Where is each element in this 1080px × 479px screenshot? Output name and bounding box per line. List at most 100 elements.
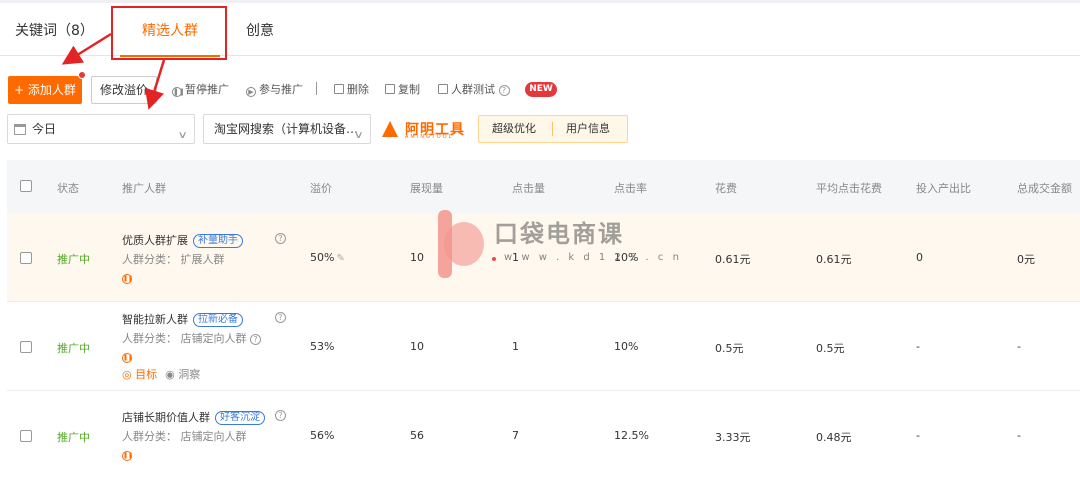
audience-name[interactable]: 店铺长期价值人群 xyxy=(122,411,210,424)
target-link[interactable]: ◎ 目标 xyxy=(122,368,157,381)
audience-category: 人群分类： 扩展人群 xyxy=(122,253,225,266)
col-roi: 投入产出比 xyxy=(916,182,971,195)
tab-selected-audience[interactable]: 精选人群 xyxy=(120,3,220,57)
audience-cell: 优质人群扩展 补量助手 人群分类： 扩展人群 ❚❚ xyxy=(122,232,243,284)
audience-category: 人群分类： 店铺定向人群 xyxy=(122,430,247,443)
col-gmv: 总成交金额 xyxy=(1017,182,1072,195)
delete-label: 删除 xyxy=(347,83,369,96)
table-row[interactable]: 推广中 智能拉新人群 拉新必备 人群分类： 店铺定向人群 ? ❚❚ ◎ 目标 ◉ 洞… xyxy=(7,302,1080,391)
audience-cell: 智能拉新人群 拉新必备 人群分类： 店铺定向人群 ? ❚❚ ◎ 目标 ◉ 洞察 xyxy=(122,311,261,382)
site-select[interactable]: 淘宝网搜索（计算机设备… ∨ xyxy=(203,114,371,144)
delete-button[interactable]: 删除 xyxy=(334,82,369,98)
col-audience: 推广人群 xyxy=(122,182,166,195)
row-checkbox[interactable] xyxy=(20,430,32,442)
trash-icon xyxy=(334,84,344,94)
gmv-value: - xyxy=(1017,429,1021,442)
user-info-button[interactable]: 用户信息 xyxy=(566,116,610,142)
select-all-checkbox[interactable] xyxy=(20,180,32,192)
edit-pencil-icon[interactable]: ✎ xyxy=(336,253,344,264)
pause-icon: ❚❚ xyxy=(172,87,185,97)
avg-cpc-value: 0.5元 xyxy=(816,342,845,355)
roi-value: - xyxy=(916,429,920,442)
col-ctr: 点击率 xyxy=(614,182,647,195)
site-select-value: 淘宝网搜索（计算机设备… xyxy=(214,122,359,136)
roi-value: - xyxy=(916,340,920,353)
brand-logo-mark xyxy=(382,121,398,137)
play-icon: ▶ xyxy=(246,87,256,97)
date-select-value: 今日 xyxy=(32,122,57,136)
super-optimize-button[interactable]: 超级优化 xyxy=(492,116,536,142)
table-header: 状态 推广人群 溢价 展现量 点击量 点击率 花费 平均点击花费 投入产出比 总… xyxy=(7,160,1080,214)
status-pause-icon[interactable]: ❚❚ xyxy=(122,353,133,363)
target-link-label: 目标 xyxy=(135,368,158,381)
col-impressions: 展现量 xyxy=(410,182,443,195)
table-row[interactable]: 推广中 优质人群扩展 补量助手 人群分类： 扩展人群 ❚❚ ? 50% ✎ 10 1… xyxy=(7,214,1080,302)
avg-cpc-value: 0.48元 xyxy=(816,431,852,444)
col-avg-cpc: 平均点击花费 xyxy=(816,182,882,195)
insight-link[interactable]: ◉ 洞察 xyxy=(165,368,200,381)
modify-premium-button[interactable]: 修改溢价 xyxy=(91,76,157,104)
brand-logo-subtext: AMINGTOOL xyxy=(405,134,454,140)
toolbar-divider xyxy=(316,82,317,95)
help-icon[interactable]: ? xyxy=(275,233,286,244)
join-label: 参与推广 xyxy=(259,83,303,96)
audience-name[interactable]: 优质人群扩展 xyxy=(122,234,188,247)
audience-test-label: 人群测试 xyxy=(451,83,495,96)
tab-keywords[interactable]: 关键词（8） xyxy=(15,3,94,56)
impressions-value: 10 xyxy=(410,340,424,353)
tab-creative[interactable]: 创意 xyxy=(246,3,274,56)
premium-value: 50% xyxy=(310,251,335,264)
new-badge: NEW xyxy=(525,82,557,97)
row-checkbox[interactable] xyxy=(20,341,32,353)
status-text: 推广中 xyxy=(57,253,90,266)
audience-category: 人群分类： 店铺定向人群 xyxy=(122,332,247,345)
clicks-value: 1 xyxy=(512,340,519,353)
help-icon[interactable]: ? xyxy=(498,85,510,96)
add-audience-label: + 添加人群 xyxy=(14,83,76,97)
cost-value: 0.5元 xyxy=(715,342,744,355)
gmv-value: 0元 xyxy=(1017,253,1035,266)
help-icon[interactable]: ? xyxy=(275,410,286,421)
status-text: 推广中 xyxy=(57,431,90,444)
premium-cell[interactable]: 50% ✎ xyxy=(310,251,345,264)
row-checkbox[interactable] xyxy=(20,252,32,264)
copy-button[interactable]: 复制 xyxy=(385,82,420,98)
col-cost: 花费 xyxy=(715,182,737,195)
audience-tag: 拉新必备 xyxy=(193,313,243,327)
insight-link-label: 洞察 xyxy=(178,368,201,381)
status-pause-icon[interactable]: ❚❚ xyxy=(122,451,133,461)
audience-tag: 补量助手 xyxy=(193,234,243,248)
impressions-value: 10 xyxy=(410,251,424,264)
status-pause-icon[interactable]: ❚❚ xyxy=(122,274,133,284)
tool-button-group: 超级优化 用户信息 xyxy=(478,115,628,143)
audience-name[interactable]: 智能拉新人群 xyxy=(122,313,188,326)
chevron-down-icon: ∨ xyxy=(353,130,364,141)
join-promotion-button[interactable]: ▶ 参与推广 xyxy=(246,82,303,98)
clicks-value: 1 xyxy=(512,251,519,264)
notification-dot xyxy=(78,71,86,79)
col-clicks: 点击量 xyxy=(512,182,545,195)
premium-value[interactable]: 53% xyxy=(310,340,334,353)
ctr-value: 12.5% xyxy=(614,429,649,442)
clicks-value: 7 xyxy=(512,429,519,442)
help-icon[interactable]: ? xyxy=(250,334,261,345)
gmv-value: - xyxy=(1017,340,1021,353)
premium-value[interactable]: 56% xyxy=(310,429,334,442)
cost-value: 0.61元 xyxy=(715,253,751,266)
add-audience-button[interactable]: + 添加人群 xyxy=(8,71,86,104)
audience-test-button[interactable]: 人群测试 ? xyxy=(438,82,510,98)
audience-tag: 好客沉淀 xyxy=(215,411,265,425)
test-icon xyxy=(438,84,448,94)
copy-label: 复制 xyxy=(398,83,420,96)
date-select[interactable]: 今日 ∨ xyxy=(7,114,195,144)
tab-bar: 关键词（8） 精选人群 创意 xyxy=(0,3,1080,57)
copy-icon xyxy=(385,84,395,94)
table-row[interactable]: 推广中 店铺长期价值人群 好客沉淀 人群分类： 店铺定向人群 ❚❚ ? 56% 5… xyxy=(7,391,1080,479)
pause-promotion-button[interactable]: ❚❚暂停推广 xyxy=(172,82,229,98)
audience-cell: 店铺长期价值人群 好客沉淀 人群分类： 店铺定向人群 ❚❚ xyxy=(122,409,265,461)
col-status: 状态 xyxy=(57,182,79,195)
chevron-down-icon: ∨ xyxy=(177,130,188,141)
calendar-icon xyxy=(14,124,26,135)
help-icon[interactable]: ? xyxy=(275,312,286,323)
button-divider xyxy=(552,122,553,136)
